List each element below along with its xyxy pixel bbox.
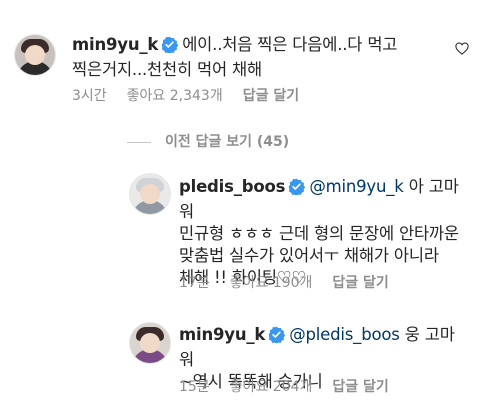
view-previous-replies-button[interactable]: 이전 답글 보기 (45) (127, 131, 289, 151)
comment-time: 3시간 (72, 88, 107, 104)
comment-username[interactable]: pledis_boos (179, 177, 286, 196)
comment-time: 17분 (179, 275, 210, 291)
like-count[interactable]: 좋아요 2,343개 (127, 88, 223, 104)
like-count[interactable]: 좋아요 190개 (230, 275, 313, 291)
comment-text: 맞춤법 실수가 있어서ㅜ 채해가 아니라 (179, 246, 439, 265)
verified-badge-icon (268, 326, 286, 349)
comment-username[interactable]: min9yu_k (72, 35, 158, 54)
avatar[interactable] (129, 173, 171, 215)
avatar[interactable] (129, 322, 171, 364)
reply-button[interactable]: 답글 달기 (332, 275, 388, 291)
comment-time: 15분 (179, 379, 210, 395)
divider (127, 141, 151, 143)
reply-button[interactable]: 답글 달기 (243, 88, 299, 104)
comment-meta: 17분 좋아요 190개 답글 달기 (179, 272, 409, 292)
mention-link[interactable]: @min9yu_k (309, 177, 404, 196)
heart-outline-icon[interactable] (455, 40, 469, 59)
comment-meta: 3시간 좋아요 2,343개 답글 달기 (72, 85, 319, 105)
avatar[interactable] (14, 34, 56, 76)
comment-body: min9yu_k 에이..처음 찍은 다음에..다 먹고 찍은거지...천천히 먹… (72, 34, 442, 81)
verified-badge-icon (288, 178, 306, 201)
comment-meta: 15분 좋아요 204개 답글 달기 (179, 376, 409, 396)
comment-username[interactable]: min9yu_k (179, 325, 265, 344)
reply-button[interactable]: 답글 달기 (332, 379, 388, 395)
mention-link[interactable]: @pledis_boos (289, 325, 400, 344)
comment-text: 찍은거지...천천히 먹어 채해 (72, 60, 263, 79)
comment-text: 에이..처음 찍은 다음에..다 먹고 (182, 35, 398, 54)
verified-badge-icon (161, 36, 179, 59)
view-previous-label: 이전 답글 보기 (45) (165, 134, 290, 150)
comment-text: 민규형 ㅎㅎㅎ 근데 형의 문장에 안타까운 (179, 224, 459, 243)
like-count[interactable]: 좋아요 204개 (230, 379, 313, 395)
